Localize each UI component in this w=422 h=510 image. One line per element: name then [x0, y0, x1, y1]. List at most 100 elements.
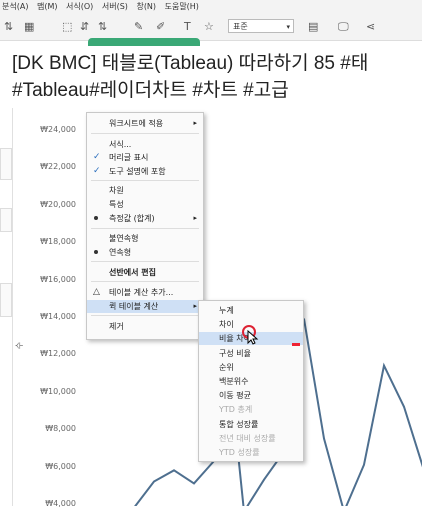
- menu-item-label: 퀵 테이블 계산: [109, 302, 159, 311]
- menu-item-label: 특성: [109, 200, 124, 209]
- chevron-down-icon: ▾: [286, 23, 290, 31]
- menu-format[interactable]: 서식(O): [66, 2, 93, 11]
- field-context-menu: 워크시트에 적용 ▸ 서식... ✓ 머리글 표시 ✓ 도구 설명에 포함 차원 특성 측정값 (…: [86, 112, 204, 340]
- context-menu-item[interactable]: ✓ 머리글 표시: [87, 151, 203, 164]
- submenu-item-label: 백분위수: [219, 377, 249, 386]
- context-menu-item[interactable]: 퀵 테이블 계산 ▸: [87, 300, 203, 313]
- video-title-banner: [DK BMC] 태블로(Tableau) 따라하기 85 #태 #Tablea…: [0, 46, 422, 108]
- menu-item-label: 불연속형: [109, 234, 139, 243]
- submenu-item[interactable]: 통합 성장률: [199, 418, 303, 431]
- pencil-icon[interactable]: ✐: [156, 20, 165, 34]
- menu-window[interactable]: 창(N): [136, 2, 156, 11]
- context-menu-item[interactable]: ✓ 도구 설명에 포함: [87, 165, 203, 178]
- menu-separator: [91, 180, 199, 181]
- data-point: [323, 437, 325, 440]
- y-tick-label: ₩16,000: [40, 274, 76, 284]
- checkmark-icon: ✓: [93, 166, 101, 176]
- shelf-pill[interactable]: [88, 38, 200, 46]
- context-menu-item[interactable]: 연속형: [87, 246, 203, 259]
- warning-icon: △: [93, 287, 100, 297]
- submenu-item[interactable]: 구성 비율: [199, 347, 303, 360]
- context-menu-item[interactable]: 워크시트에 적용 ▸: [87, 117, 203, 130]
- menu-item-label: 제거: [109, 322, 124, 331]
- clear-sheet-icon[interactable]: ▦: [24, 20, 34, 34]
- submenu-item[interactable]: 누계: [199, 304, 303, 317]
- menu-server[interactable]: 서버(S): [102, 2, 128, 11]
- submenu-item-label: 누계: [219, 306, 234, 315]
- submenu-item: YTD 총계: [199, 403, 303, 416]
- menu-item-label: 측정값 (합계): [109, 214, 155, 223]
- context-menu-item[interactable]: 서식...: [87, 138, 203, 151]
- y-tick-label: ₩12,000: [40, 349, 76, 359]
- menu-bar: 분석(A) 맵(M) 서식(O) 서버(S) 창(N) 도움말(H): [0, 0, 422, 14]
- y-tick-label: ₩4,000: [45, 499, 76, 508]
- show-cards-icon[interactable]: ▤: [308, 20, 318, 34]
- context-menu-item[interactable]: 제거: [87, 320, 203, 333]
- fit-select-value: 표준: [233, 22, 248, 31]
- submenu-item: 전년 대비 성장률: [199, 432, 303, 445]
- sort-desc-icon[interactable]: ⇅: [98, 20, 107, 34]
- data-point: [193, 482, 195, 485]
- highlight-icon[interactable]: ✎: [134, 20, 143, 34]
- menu-item-label: 서식...: [109, 140, 132, 149]
- submenu-item-label: YTD 성장률: [219, 448, 260, 457]
- data-point: [363, 463, 365, 466]
- toolbar: ⇅ ▦ ⬚ ⇵ ⇅ ✎ ✐ T ☆ 표준 ▾ ▤ 🖵 ⋖: [0, 14, 422, 41]
- menu-help[interactable]: 도움말(H): [165, 2, 199, 11]
- context-menu-item[interactable]: 차원: [87, 184, 203, 197]
- submenu-item-label: 통합 성장률: [219, 419, 259, 429]
- menu-separator: [91, 315, 199, 316]
- y-tick-label: ₩24,000: [40, 125, 76, 134]
- presentation-icon[interactable]: 🖵: [338, 20, 349, 34]
- data-point: [383, 364, 385, 367]
- group-icon[interactable]: ⬚: [62, 20, 72, 34]
- context-menu-item[interactable]: 불연속형: [87, 232, 203, 245]
- context-menu-item[interactable]: 측정값 (합계) ▸: [87, 212, 203, 225]
- submenu-item[interactable]: 순위: [199, 361, 303, 374]
- submenu-item-label: 순위: [219, 362, 234, 372]
- data-point: [173, 469, 175, 472]
- fit-select[interactable]: 표준 ▾: [228, 19, 294, 33]
- radio-dot-icon: [94, 250, 98, 254]
- submenu-arrow-icon: ▸: [193, 214, 197, 222]
- checkmark-icon: ✓: [93, 152, 101, 162]
- annotation-mark: [292, 343, 300, 346]
- data-point: [403, 405, 405, 408]
- y-tick-label: ₩14,000: [40, 312, 76, 321]
- data-point: [263, 478, 265, 481]
- y-tick-label: ₩20,000: [40, 199, 76, 209]
- menu-analysis[interactable]: 분석(A): [2, 2, 28, 11]
- left-pane: [0, 108, 13, 506]
- share-icon[interactable]: ⋖: [366, 20, 375, 34]
- pane-card: [0, 208, 12, 232]
- submenu-item-label: 이동 평균: [219, 391, 251, 401]
- y-tick-label: ₩10,000: [40, 386, 76, 396]
- data-point: [153, 480, 155, 483]
- pane-card: [0, 148, 12, 180]
- y-tick-label: ₩6,000: [45, 461, 76, 471]
- banner-line-1: [DK BMC] 태블로(Tableau) 따라하기 85 #태: [12, 53, 369, 74]
- menu-item-label: 연속형: [109, 248, 132, 257]
- menu-separator: [91, 228, 199, 229]
- submenu-item-label: YTD 총계: [219, 405, 253, 415]
- y-tick-label: ₩8,000: [45, 424, 76, 434]
- pin-icon[interactable]: ☆: [204, 20, 214, 34]
- menu-map[interactable]: 맵(M): [37, 2, 58, 11]
- y-tick-label: ₩18,000: [40, 237, 76, 247]
- menu-separator: [91, 133, 199, 134]
- label-icon[interactable]: T: [184, 20, 191, 34]
- menu-item-label: 워크시트에 적용: [109, 119, 164, 128]
- banner-line-2: #Tableau#레이더차트 #차트 #고급: [12, 80, 289, 101]
- sort-icon[interactable]: ⇅: [4, 20, 13, 34]
- submenu-item-label: 차이: [219, 320, 234, 330]
- submenu-item-label: 전년 대비 성장률: [219, 433, 276, 443]
- context-menu-item[interactable]: 선반에서 편집: [87, 266, 203, 279]
- menu-item-label: 선반에서 편집: [109, 268, 156, 277]
- submenu-item[interactable]: 백분위수: [199, 375, 303, 388]
- submenu-item[interactable]: 이동 평균: [199, 389, 303, 402]
- sort-asc-icon[interactable]: ⇵: [80, 20, 89, 34]
- submenu-arrow-icon: ▸: [193, 302, 197, 310]
- context-menu-item[interactable]: 특성: [87, 198, 203, 211]
- y-tick-label: ₩22,000: [40, 162, 76, 172]
- context-menu-item[interactable]: △ 테이블 계산 추가...: [87, 286, 203, 299]
